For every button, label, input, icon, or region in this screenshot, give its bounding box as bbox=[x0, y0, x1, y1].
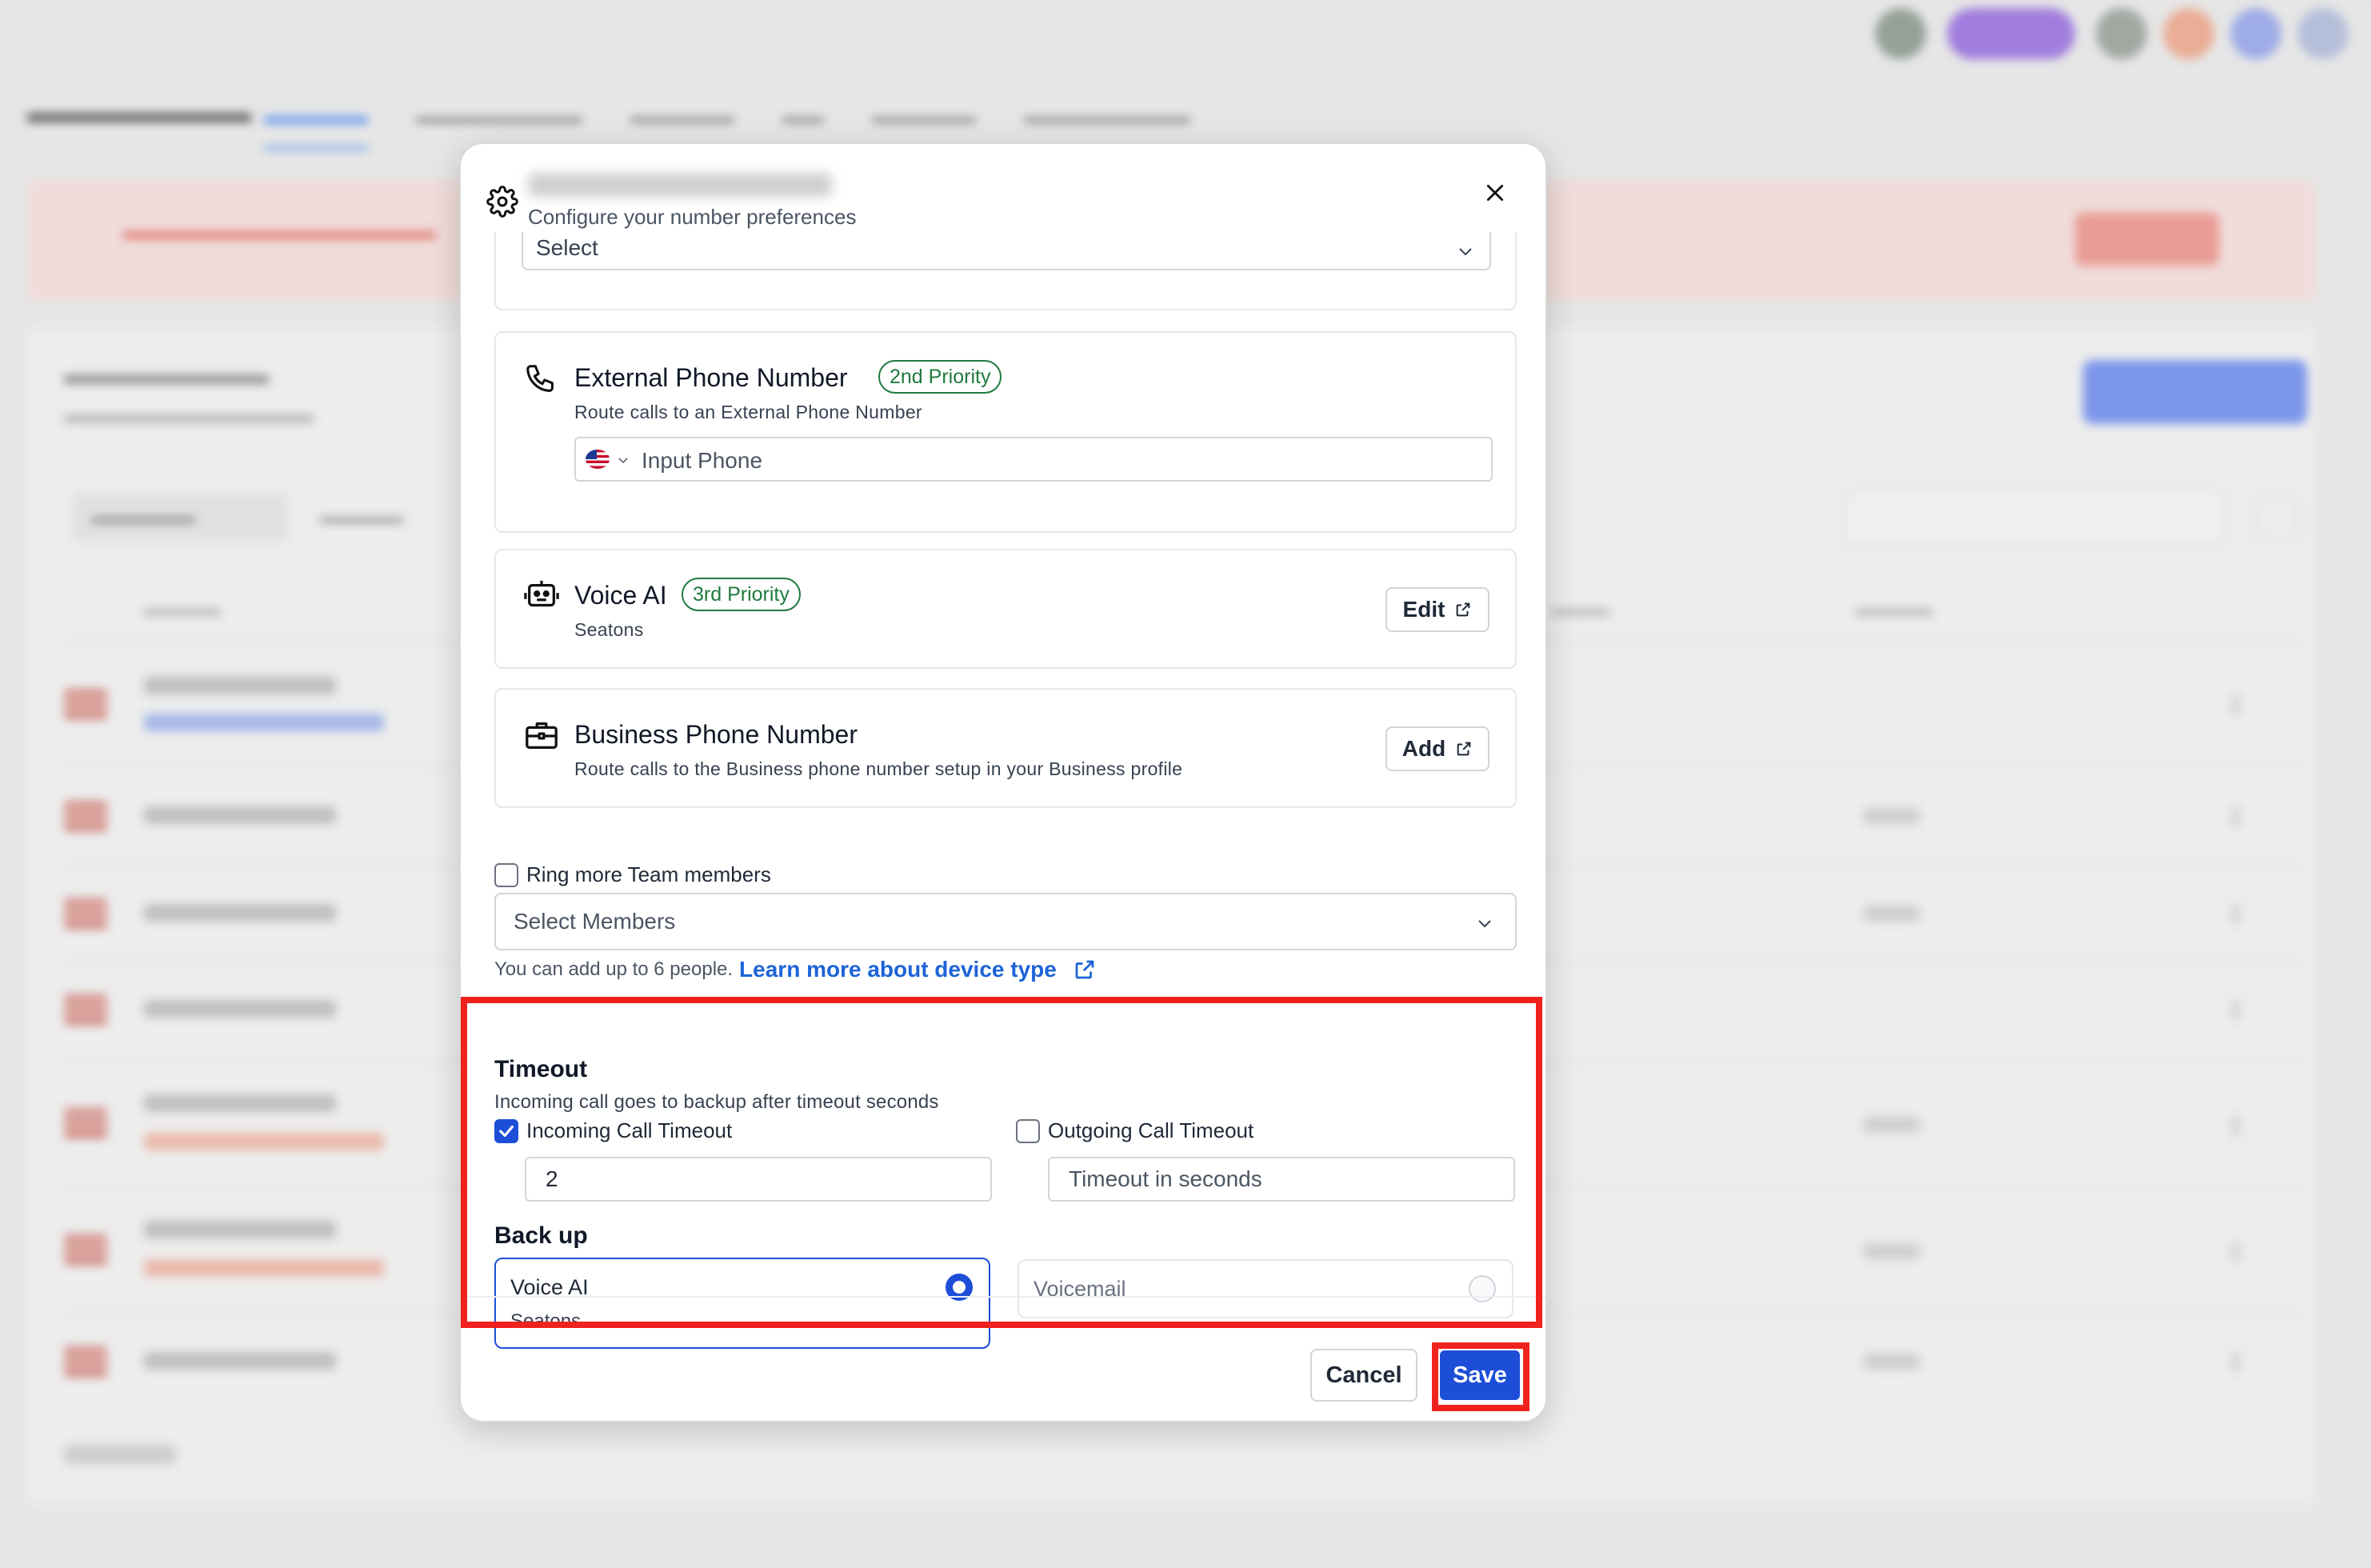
routing-select[interactable]: Select bbox=[522, 232, 1491, 270]
external-phone-title: External Phone Number bbox=[574, 363, 848, 392]
voice-ai-description: Seatons bbox=[574, 619, 644, 640]
incoming-timeout-row[interactable]: Incoming Call Timeout bbox=[494, 1118, 732, 1143]
members-helper-text: You can add up to 6 people. bbox=[494, 958, 734, 980]
chevron-down-icon bbox=[1478, 920, 1491, 928]
edit-voice-ai-button[interactable]: Edit bbox=[1385, 587, 1489, 632]
modal-body[interactable]: Select External Phone Number 2nd Priorit… bbox=[461, 232, 1545, 1349]
timeout-title: Timeout bbox=[494, 1056, 588, 1082]
close-icon bbox=[1486, 184, 1504, 202]
backup-title: Back up bbox=[494, 1222, 588, 1249]
incoming-timeout-input[interactable]: 2 bbox=[525, 1157, 992, 1202]
gear-icon bbox=[486, 186, 518, 218]
outgoing-timeout-label[interactable]: Outgoing Call Timeout bbox=[1048, 1118, 1253, 1143]
routing-select-value: Select bbox=[536, 235, 598, 260]
incoming-timeout-label[interactable]: Incoming Call Timeout bbox=[526, 1118, 732, 1143]
voice-ai-card: Voice AI 3rd Priority Seatons Edit bbox=[494, 549, 1517, 669]
modal-subtitle: Configure your number preferences bbox=[528, 205, 857, 229]
outgoing-timeout-checkbox[interactable] bbox=[1016, 1118, 1040, 1143]
business-phone-title: Business Phone Number bbox=[574, 720, 858, 749]
close-button[interactable] bbox=[1473, 171, 1517, 214]
check-icon bbox=[499, 1125, 514, 1137]
cancel-button[interactable]: Cancel bbox=[1310, 1349, 1417, 1402]
learn-more-link[interactable]: Learn more about device type bbox=[739, 957, 1057, 982]
select-members-dropdown[interactable]: Select Members bbox=[494, 893, 1517, 950]
external-link-icon bbox=[1457, 602, 1470, 617]
ring-more-label[interactable]: Ring more Team members bbox=[526, 862, 771, 887]
external-phone-description: Route calls to an External Phone Number bbox=[574, 402, 922, 422]
configure-number-modal: Configure your number preferences Select… bbox=[459, 142, 1547, 1422]
outgoing-timeout-row[interactable]: Outgoing Call Timeout bbox=[1016, 1118, 1253, 1143]
voice-ai-title: Voice AI bbox=[574, 581, 667, 610]
business-phone-card: Business Phone Number Route calls to the… bbox=[494, 688, 1517, 808]
ring-more-row[interactable]: Ring more Team members bbox=[494, 862, 771, 887]
business-phone-description: Route calls to the Business phone number… bbox=[574, 758, 1183, 779]
edit-button-label: Edit bbox=[1402, 597, 1445, 622]
external-link-icon bbox=[1457, 742, 1471, 756]
add-button-label: Add bbox=[1401, 736, 1446, 761]
phone-input[interactable]: Input Phone bbox=[574, 437, 1493, 482]
chevron-down-icon[interactable] bbox=[616, 453, 630, 467]
timeout-description: Incoming call goes to backup after timeo… bbox=[494, 1091, 939, 1113]
ring-more-checkbox[interactable] bbox=[494, 862, 518, 887]
external-link-icon[interactable] bbox=[1073, 958, 1097, 982]
external-phone-card: External Phone Number 2nd Priority Route… bbox=[494, 331, 1517, 533]
members-helper: You can add up to 6 people. Learn more a… bbox=[494, 957, 1097, 982]
add-business-phone-button[interactable]: Add bbox=[1385, 726, 1489, 771]
phone-icon bbox=[526, 365, 554, 392]
priority-badge: 2nd Priority bbox=[878, 360, 1002, 394]
select-members-placeholder: Select Members bbox=[514, 909, 676, 934]
modal-title-redacted bbox=[528, 173, 832, 197]
outgoing-timeout-input[interactable]: Timeout in seconds bbox=[1048, 1157, 1515, 1202]
briefcase-icon bbox=[526, 722, 558, 749]
priority-badge: 3rd Priority bbox=[682, 578, 801, 611]
save-button[interactable]: Save bbox=[1440, 1350, 1520, 1400]
chevron-down-icon bbox=[1459, 248, 1472, 256]
phone-input-placeholder: Input Phone bbox=[642, 448, 763, 473]
robot-icon bbox=[524, 580, 559, 607]
incoming-timeout-checkbox[interactable] bbox=[494, 1118, 518, 1143]
routing-card-partial: Select bbox=[494, 232, 1517, 310]
us-flag-icon[interactable] bbox=[586, 450, 610, 469]
